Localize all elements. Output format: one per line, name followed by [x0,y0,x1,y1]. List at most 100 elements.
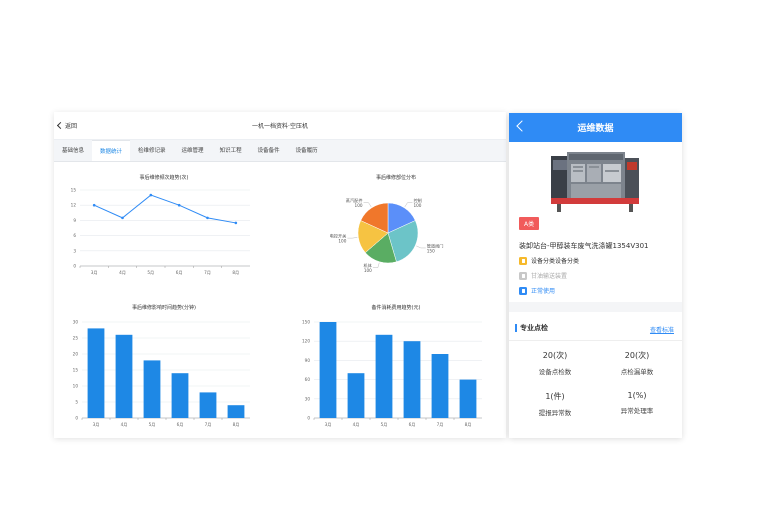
info-row-status: 正常使用 [519,286,555,295]
bar [115,334,133,418]
ops-data-panel: 运维数据 A类 装卸站台-甲醇装车废气洗涤罐1354V301 设备分类设备分类 … [509,113,682,438]
x-tick-label: 7月 [437,422,444,428]
class-badge: A类 [519,217,540,230]
bar [143,360,161,418]
pie-value-label: 150 [427,248,435,253]
y-tick-label: 5 [75,400,78,405]
x-tick-label: 8月 [233,422,240,428]
pie-value-label: 100 [413,203,421,208]
bar [459,379,477,418]
x-tick-label: 5月 [381,422,388,428]
y-tick-label: 30 [73,320,79,325]
bar [375,334,393,418]
bar-chart: 0 5 10 15 20 25 30 3月 4月 5月 6月 7月 8月 [73,320,250,428]
pie-chart: 控制100管道阀门150机体100电控开关100蒸汽配件100 [330,197,444,273]
bar-chart: 0 30 60 90 120 150 3月 4月 5月 6月 7月 8月 [302,320,482,428]
x-tick-label: 8月 [232,270,239,276]
panel-body: A类 装卸站台-甲醇装车废气洗涤罐1354V301 设备分类设备分类 甘油输送装… [509,142,682,438]
y-tick-label: 12 [71,203,77,208]
x-tick-label: 3月 [91,270,98,276]
section-title: 专业点检 [520,324,548,332]
x-tick-label: 4月 [121,422,128,428]
x-tick-label: 7月 [205,422,212,428]
bar [403,341,421,418]
y-tick-label: 15 [73,368,79,373]
chart-title: 事后维修部位分布 [375,175,416,181]
bar [347,373,365,418]
chart-impact-time: 事后维修影响时间趋势(分钟) 0 5 10 15 20 25 30 3月 4月 5月 6月 7月 8月 [54,300,274,438]
chart-title: 备件消耗费用趋势(元) [371,305,421,311]
chart-maintenance-frequency: 事后维修频次趋势(次) 0 3 6 9 12 15 3月 4月 5月 6月 7月 8月 [54,170,274,290]
bar [319,322,337,418]
tab-item[interactable]: 运维管理 [174,140,212,161]
y-tick-label: 0 [75,416,78,421]
series-line [93,194,236,224]
equipment-name: 装卸站台-甲醇装车废气洗涤罐1354V301 [519,242,649,250]
y-tick-label: 0 [73,264,76,269]
line-chart: 0 3 6 9 12 15 3月 4月 5月 6月 7月 8月 [71,188,250,276]
y-tick-label: 60 [305,377,311,382]
category-icon [519,256,527,265]
pie-label-line [416,245,426,249]
tab-bar: 基础信息 数据统计 检维修记录 运维管理 知识工程 设备备件 设备履历 [54,140,506,162]
stat-label: 点检漏单数 [620,368,654,376]
pie-label-line [404,202,413,208]
tab-item[interactable]: 设备备件 [250,140,288,161]
tab-item[interactable]: 检维修记录 [130,140,174,161]
y-tick-label: 9 [73,218,76,223]
data-point [149,193,153,197]
pie-value-label: 100 [355,203,363,208]
chart-title: 事后维修影响时间趋势(分钟) [132,305,196,311]
top-bar: 返回 一机一档资料·空压机 [54,112,506,140]
x-tick-label: 4月 [119,270,126,276]
dashboard-panel: 返回 一机一档资料·空压机 基础信息 数据统计 检维修记录 运维管理 知识工程 设备备件设… [54,112,506,438]
equipment-card: A类 装卸站台-甲醇装车废气洗涤罐1354V301 设备分类设备分类 甘油输送装… [509,142,682,302]
screen: 返回 一机一档资料·空压机 基础信息 数据统计 检维修记录 运维管理 知识工程 设备备件设… [0,0,763,525]
stat-inspection-count: 20(次) 设备点检数 [515,350,595,376]
equipment-image [551,152,639,212]
bar [431,354,449,418]
pie-label-line [363,202,372,208]
view-standard-link[interactable]: 查看标准 [650,325,674,334]
y-tick-label: 10 [73,384,79,389]
info-row-device: 甘油输送装置 [519,271,567,280]
stat-value: 1(件) [545,392,565,401]
info-text: 甘油输送装置 [531,273,568,280]
data-point [177,203,181,207]
x-tick-label: 6月 [177,422,184,428]
stat-abnormal-count: 1(件) 提报异常数 [515,391,595,417]
chart-maintenance-parts: 事后维修部位分布 控制 100 管道阀门 150 机体 100 电控开关 100 蒸汽配件 100 [286,170,506,290]
bar [227,405,245,418]
x-tick-label: 6月 [176,270,183,276]
divider [509,340,682,341]
tab-item[interactable]: 设备履历 [288,140,326,161]
stat-missed-count: 20(次) 点检漏单数 [597,350,677,376]
pie-label-line [347,237,358,239]
data-point [206,216,209,220]
bar [199,392,217,418]
stat-value: 20(次) [624,351,650,360]
panel-header: 运维数据 [509,113,682,142]
y-tick-label: 20 [73,352,79,357]
document-icon [519,271,527,280]
bar [87,328,105,418]
chart-title: 事后维修频次趋势(次) [139,175,189,181]
stat-value: 1(%) [627,391,647,400]
status-icon [519,286,527,295]
tab-item[interactable]: 数据统计 [92,140,131,161]
data-point [234,221,238,225]
y-tick-label: 15 [71,188,77,193]
stat-label: 异常处理率 [620,407,654,415]
pie-value-label: 100 [364,268,372,273]
x-tick-label: 3月 [325,422,332,428]
tab-item[interactable]: 基础信息 [54,140,92,161]
x-tick-label: 5月 [147,270,154,276]
data-point [121,216,124,220]
bar [171,373,189,418]
stat-value: 20(次) [542,351,568,360]
pie-value-label: 100 [338,239,346,244]
x-tick-label: 6月 [409,422,416,428]
inspection-section: 专业点检 查看标准 20(次) 设备点检数 20(次) 点检漏单数 1(件) 提… [509,312,682,438]
info-row-category: 设备分类设备分类 [519,256,579,265]
tab-item[interactable]: 知识工程 [212,140,250,161]
